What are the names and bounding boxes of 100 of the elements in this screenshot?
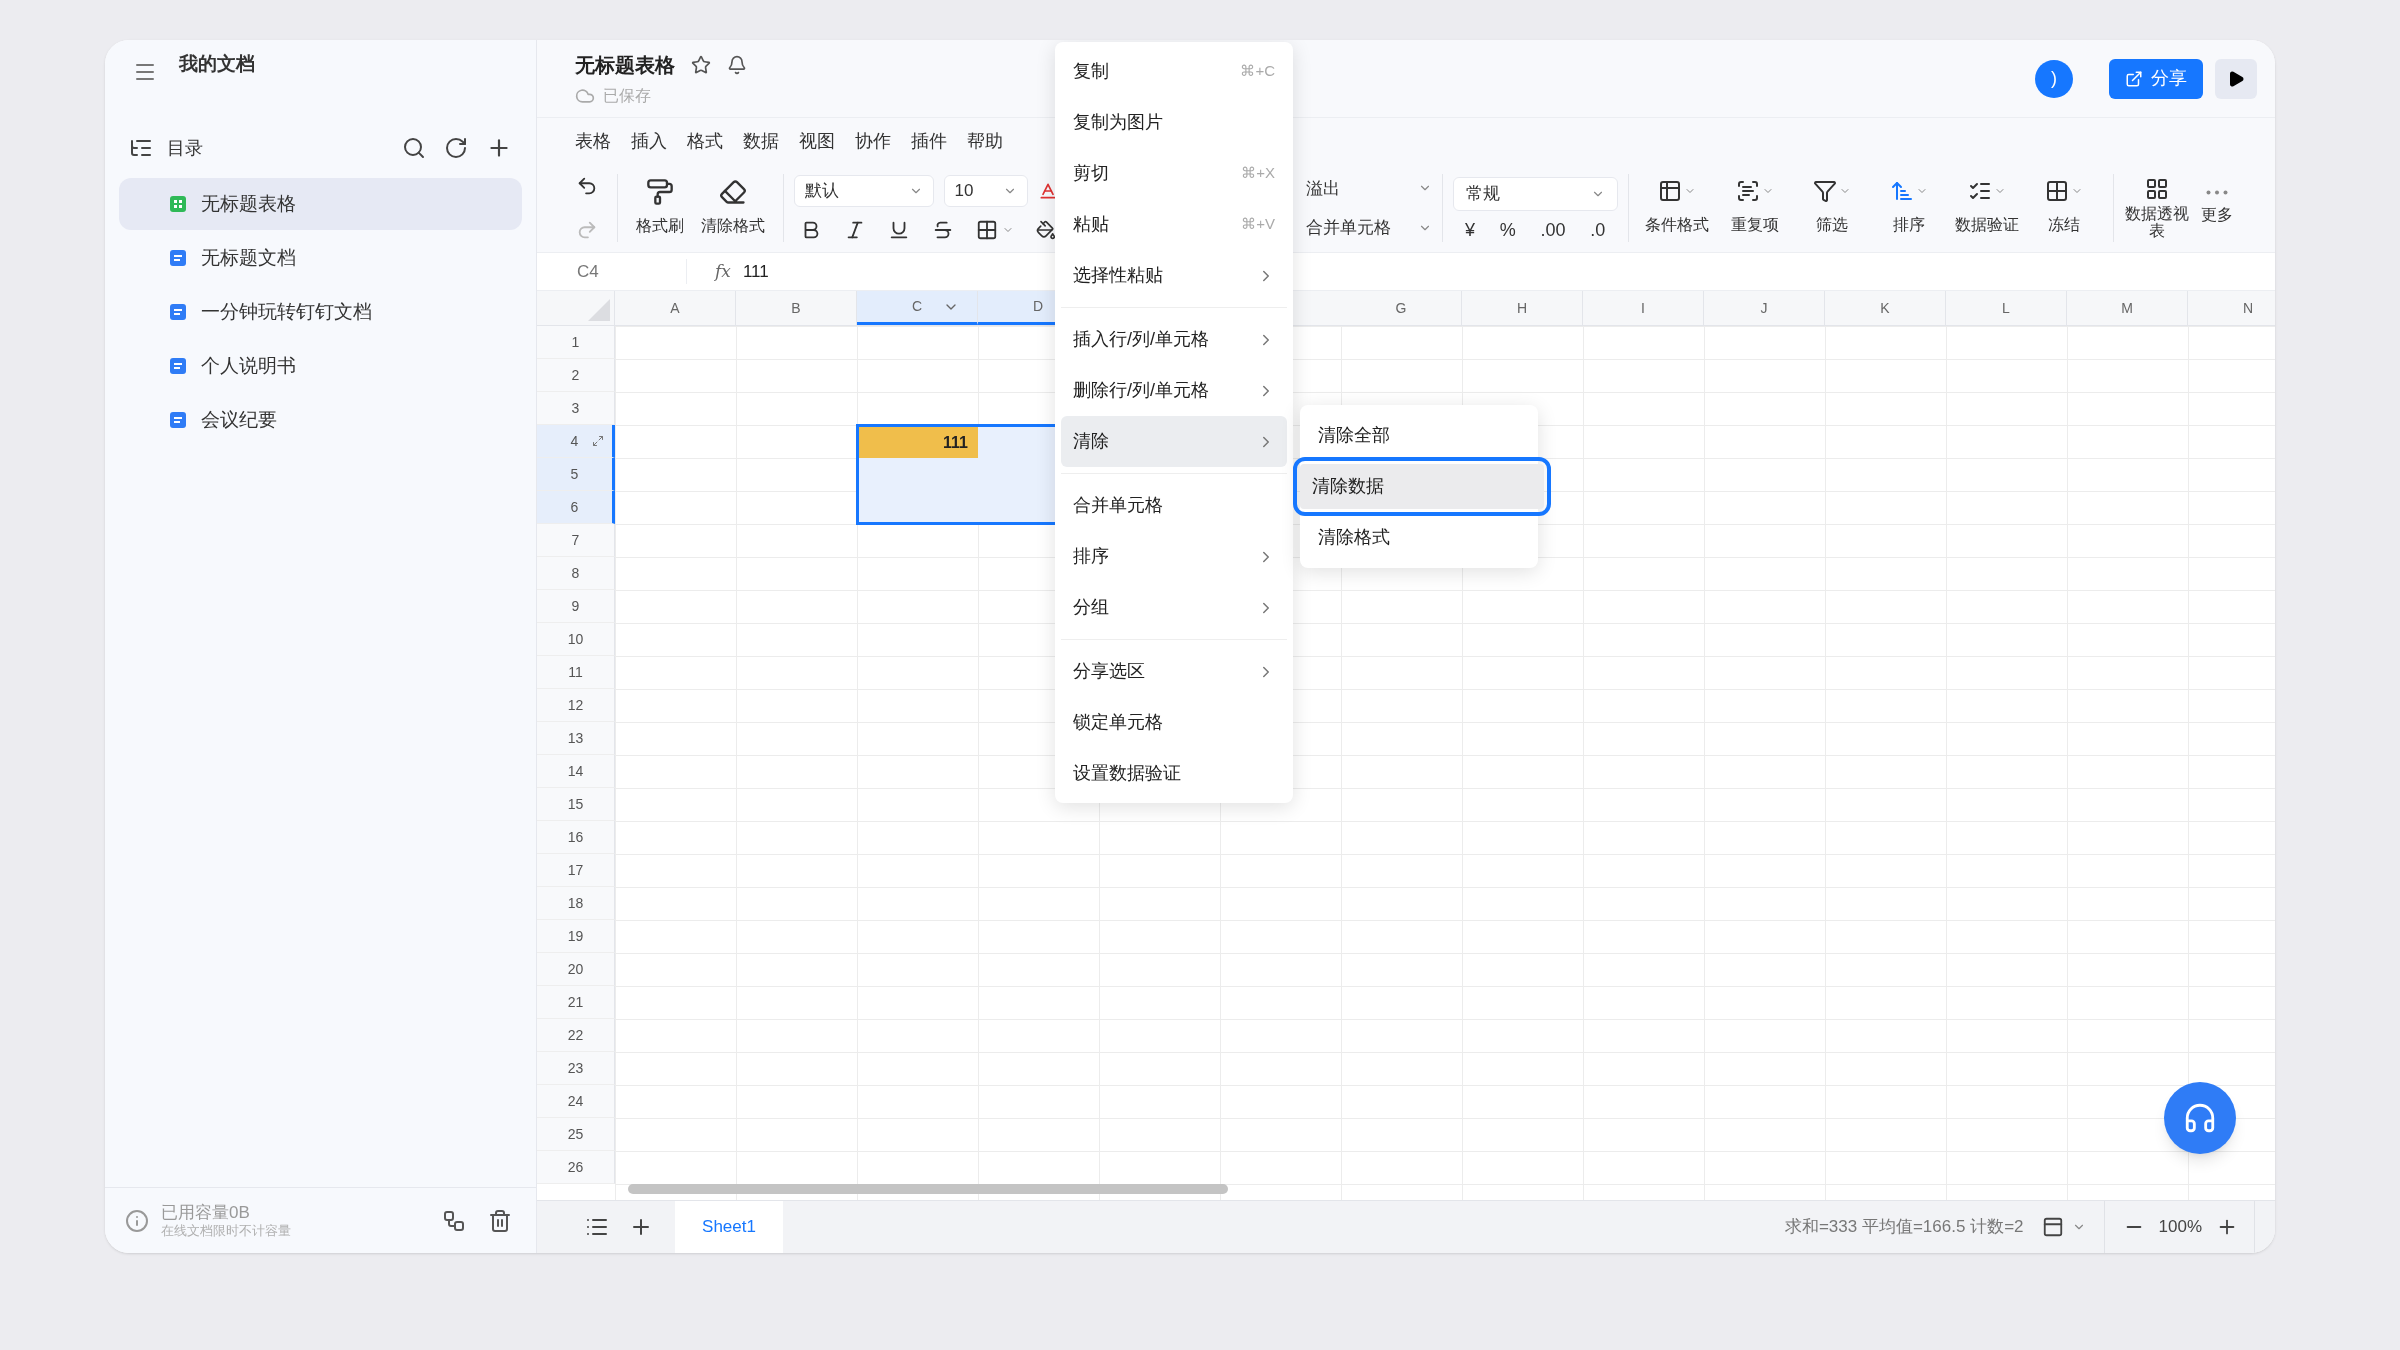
horizontal-scrollbar[interactable] [628, 1184, 1228, 1194]
menu-item-label: 分享选区 [1073, 660, 1145, 683]
document-list-item[interactable]: 无标题表格 [119, 178, 522, 230]
menu-bar-item[interactable]: 协作 [855, 127, 891, 155]
toolbar-button[interactable]: 数据验证 [1948, 164, 2026, 252]
menu-bar-item[interactable]: 数据 [743, 127, 779, 155]
row-header[interactable]: 13 [537, 722, 615, 755]
number-format-select[interactable]: 常规 [1452, 177, 1618, 211]
pivot-table-button[interactable]: 数据透视表 [2123, 164, 2190, 252]
expand-icon[interactable] [592, 435, 604, 447]
row-header[interactable]: 4 [537, 425, 615, 458]
number-format-button[interactable]: % [1499, 221, 1516, 239]
row-header[interactable]: 8 [537, 557, 615, 590]
row-header[interactable]: 3 [537, 392, 615, 425]
merge-select[interactable]: 合并单元格 [1305, 215, 1432, 241]
row-header[interactable]: 18 [537, 887, 615, 920]
column-header[interactable]: H [1462, 291, 1583, 325]
menu-item[interactable]: 删除行/列/单元格 [1061, 365, 1287, 416]
menu-bar-item[interactable]: 插件 [911, 127, 947, 155]
search-icon[interactable] [402, 136, 426, 160]
network-icon[interactable] [442, 1208, 466, 1233]
star-icon[interactable] [691, 54, 711, 75]
menu-item[interactable]: 合并单元格 [1061, 480, 1287, 531]
menu-item[interactable]: 清除 [1061, 416, 1287, 467]
table-cell[interactable]: 111 [859, 427, 978, 458]
row-header[interactable]: 26 [537, 1151, 615, 1184]
bell-icon[interactable] [727, 54, 747, 75]
overflow-select[interactable]: 溢出 [1305, 175, 1432, 201]
format-painter-button[interactable]: 格式刷 [627, 164, 694, 252]
row-header[interactable]: 23 [537, 1052, 615, 1085]
column-header[interactable]: K [1825, 291, 1946, 325]
font-select[interactable]: 默认 [793, 175, 934, 207]
row-header[interactable]: 16 [537, 821, 615, 854]
row-header[interactable]: 5 [537, 458, 615, 491]
row-header[interactable]: 22 [537, 1019, 615, 1052]
info-icon[interactable] [125, 1208, 149, 1233]
clear-format-button[interactable]: 清除格式 [693, 164, 773, 252]
document-list-item[interactable]: 一分钟玩转钉钉文档 [119, 286, 522, 338]
menu-item[interactable]: 剪切 ⌘+X [1061, 148, 1287, 199]
row-header[interactable]: 21 [537, 986, 615, 1019]
menu-item[interactable]: 清除数据 [1293, 457, 1551, 516]
document-list-item[interactable]: 无标题文档 [119, 232, 522, 284]
number-format-button[interactable]: .00 [1540, 221, 1566, 239]
menu-item[interactable]: 分享选区 [1061, 646, 1287, 697]
menu-item[interactable]: 设置数据验证 [1061, 748, 1287, 799]
column-header[interactable]: C [857, 291, 978, 325]
row-header[interactable]: 15 [537, 788, 615, 821]
toolbar-button[interactable]: 排序 [1870, 164, 1949, 252]
menu-item[interactable]: 粘贴 ⌘+V [1061, 199, 1287, 250]
menu-item[interactable]: 分组 [1061, 582, 1287, 633]
column-header[interactable]: N [2188, 291, 2275, 325]
column-header[interactable]: I [1583, 291, 1704, 325]
document-list-item[interactable]: 个人说明书 [119, 340, 522, 392]
row-header[interactable]: 12 [537, 689, 615, 722]
row-header[interactable]: 2 [537, 359, 615, 392]
present-button[interactable] [2215, 58, 2257, 99]
menu-bar-item[interactable]: 表格 [575, 127, 611, 155]
menu-bar-item[interactable]: 插入 [631, 127, 667, 155]
column-header[interactable]: J [1704, 291, 1825, 325]
menu-bar-item[interactable]: 格式 [687, 127, 723, 155]
column-header[interactable]: L [1946, 291, 2067, 325]
row-header[interactable]: 24 [537, 1085, 615, 1118]
toolbar-button[interactable]: 筛选 [1793, 164, 1871, 252]
fill-color-icon[interactable] [1035, 220, 1056, 240]
row-header[interactable]: 7 [537, 524, 615, 557]
cell-reference[interactable]: C4 [537, 258, 687, 285]
font-size-select[interactable]: 10 [943, 175, 1028, 207]
row-header[interactable]: 14 [537, 755, 615, 788]
row-header[interactable]: 1 [537, 326, 615, 359]
sheet-tab[interactable]: Sheet1 [675, 1201, 783, 1253]
share-button[interactable]: 分享 [2109, 58, 2203, 99]
row-header[interactable]: 17 [537, 854, 615, 887]
column-header[interactable]: G [1341, 291, 1462, 325]
row-header[interactable]: 20 [537, 953, 615, 986]
menu-bar-item[interactable]: 视图 [799, 127, 835, 155]
border-icon[interactable] [975, 219, 998, 241]
menu-item[interactable]: 排序 [1061, 531, 1287, 582]
view-icon[interactable] [2041, 1216, 2064, 1238]
column-header[interactable]: A [615, 291, 736, 325]
row-header[interactable]: 10 [537, 623, 615, 656]
number-format-button[interactable]: ¥ [1464, 221, 1475, 239]
row-header[interactable]: 19 [537, 920, 615, 953]
toolbar-button[interactable]: 重复项 [1715, 164, 1794, 252]
row-header[interactable]: 25 [537, 1118, 615, 1151]
row-header[interactable]: 6 [537, 491, 615, 524]
row-header[interactable]: 11 [537, 656, 615, 689]
menu-item[interactable]: 复制为图片 [1061, 97, 1287, 148]
menu-item[interactable]: 复制 ⌘+C [1061, 46, 1287, 97]
row-header[interactable]: 9 [537, 590, 615, 623]
more-button[interactable]: 更多 [2189, 164, 2245, 252]
menu-bar-item[interactable]: 帮助 [967, 127, 1003, 155]
user-avatar[interactable]: ) [2035, 59, 2073, 98]
refresh-icon[interactable] [444, 136, 468, 160]
number-format-button[interactable]: .0 [1590, 221, 1606, 239]
menu-item[interactable]: 锁定单元格 [1061, 697, 1287, 748]
toolbar-button[interactable]: 条件格式 [1638, 164, 1716, 252]
recycle-bin-icon[interactable] [488, 1208, 512, 1233]
column-header[interactable]: M [2067, 291, 2188, 325]
document-list-item[interactable]: 会议纪要 [119, 394, 522, 446]
toolbar-button[interactable]: 冻结 [2025, 164, 2103, 252]
